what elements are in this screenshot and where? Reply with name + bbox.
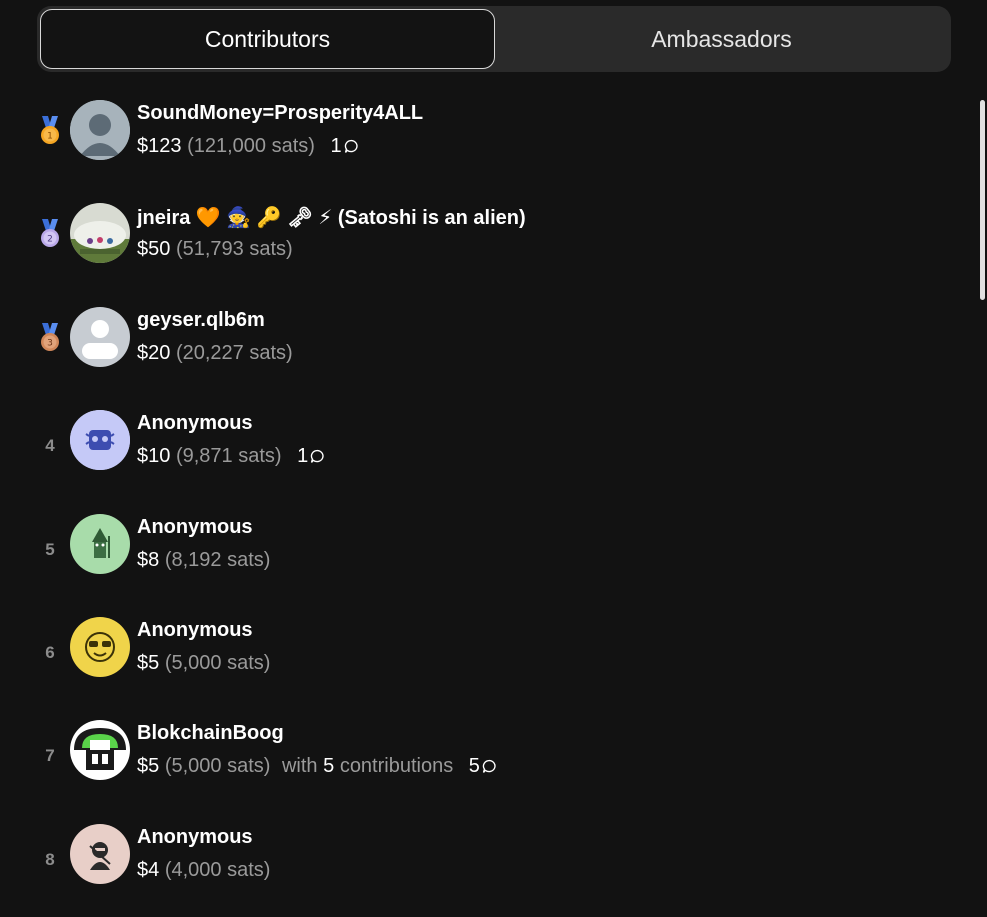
comment-bubble-icon [311,450,324,464]
rank-number: 7 [45,746,55,766]
usd-amount: $4 [137,858,160,881]
usd-amount: $10 [137,445,171,468]
contributor-row[interactable]: 6 Anonymous $5 (5,000 sats) [0,607,987,710]
contributor-row[interactable]: 3 geyser.qlb6m $20 (20,227 sats) [0,297,987,400]
contributor-row[interactable]: 8 Anonymous $4 (4,000 sats) [0,814,987,917]
rank-number: 4 [45,436,55,456]
contributor-name[interactable]: Anonymous [137,826,253,849]
usd-amount: $5 [137,755,160,778]
sats-amount: (5,000 sats) [164,755,271,778]
sats-amount: (20,227 sats) [175,341,293,364]
contribution-amount: $50 (51,793 sats) [137,238,293,261]
svg-text:3: 3 [47,338,53,348]
sats-amount: (8,192 sats) [164,548,271,571]
usd-amount: $20 [137,341,171,364]
contributions-label: contributions [339,755,454,778]
contribution-amount: $8 (8,192 sats) [137,549,270,572]
contributor-name[interactable]: Anonymous [137,516,253,539]
contributor-name[interactable]: geyser.qlb6m [137,309,265,332]
usd-amount: $123 [137,135,182,157]
contribution-amount: $20 (20,227 sats) [137,342,293,365]
usd-amount: $5 [137,651,160,674]
comment-count-button[interactable]: 1 [297,445,326,468]
rank-number: 6 [45,642,55,662]
contribution-amount: $5 (5,000 sats) with 5 contributions 5 [137,755,498,778]
contribution-amount: $4 (4,000 sats) [137,859,270,882]
mushroom-avatar[interactable] [70,720,130,781]
usd-amount: $8 [137,548,160,571]
contributor-row[interactable]: 7 BlokchainBoog $5 (5,000 sats) with 5 c… [0,710,987,813]
contribution-count: 5 [323,755,335,778]
tab-contributors[interactable]: Contributors [40,9,495,69]
comment-count-button[interactable]: 5 [469,755,498,778]
contributor-row[interactable]: 4 Anonymous $10 (9,871 sats) 1 [0,400,987,503]
contributor-row[interactable]: 5 Anonymous $8 (8,192 sats) [0,504,987,607]
sats-amount: (9,871 sats) [175,445,282,468]
svg-text:1: 1 [47,132,53,142]
contributor-name[interactable]: SoundMoney=Prosperity4ALL [137,102,423,125]
contribution-amount: $123 (121,000 sats) 1 [137,135,360,158]
leaderboard-tabs: Contributors Ambassadors [37,6,951,72]
sats-amount: (4,000 sats) [164,858,271,881]
wizard-icon[interactable] [70,513,130,574]
usd-amount: $50 [137,238,171,261]
comment-count: 5 [468,755,480,778]
comment-count: 1 [297,445,309,468]
sats-amount: (121,000 sats) [187,135,315,157]
ninja-icon[interactable] [70,823,130,884]
silver-medal-icon: 2 [41,219,59,248]
photo-avatar[interactable] [70,203,130,264]
contributors-list: 1 SoundMoney=Prosperity4ALL $123 (121,00… [0,90,987,917]
sats-amount: (51,793 sats) [175,238,293,261]
contribution-amount: $10 (9,871 sats) 1 [137,445,326,468]
contributor-row[interactable]: 2 jneira 🧡 🧙 🔑 🗝 ⚡ (Satoshi is an alien)… [0,193,987,296]
contributor-name[interactable]: Anonymous [137,619,253,642]
default-avatar-icon[interactable] [70,100,130,160]
bronze-medal-icon: 3 [41,322,59,351]
rank-number: 5 [45,539,55,559]
rank-number: 8 [45,849,55,869]
gold-medal-icon: 1 [41,116,59,144]
comment-count-button[interactable]: 1 [330,135,359,158]
sunglasses-face-icon[interactable] [70,616,130,677]
svg-text:2: 2 [47,235,53,245]
contributor-row[interactable]: 1 SoundMoney=Prosperity4ALL $123 (121,00… [0,90,987,193]
with-label: with [281,755,318,778]
comment-bubble-icon [482,760,496,774]
contribution-amount: $5 (5,000 sats) [137,652,270,675]
default-avatar-icon[interactable] [70,306,130,367]
tab-ambassadors[interactable]: Ambassadors [495,9,948,69]
contributor-name[interactable]: BlokchainBoog [137,722,284,745]
contributor-name[interactable]: jneira 🧡 🧙 🔑 🗝 ⚡ (Satoshi is an alien) [137,205,526,230]
sats-amount: (5,000 sats) [164,651,271,674]
contributor-name[interactable]: Anonymous [137,412,253,435]
comment-count: 1 [330,135,342,157]
robot-face-icon[interactable] [70,410,130,471]
comment-bubble-icon [344,139,358,153]
